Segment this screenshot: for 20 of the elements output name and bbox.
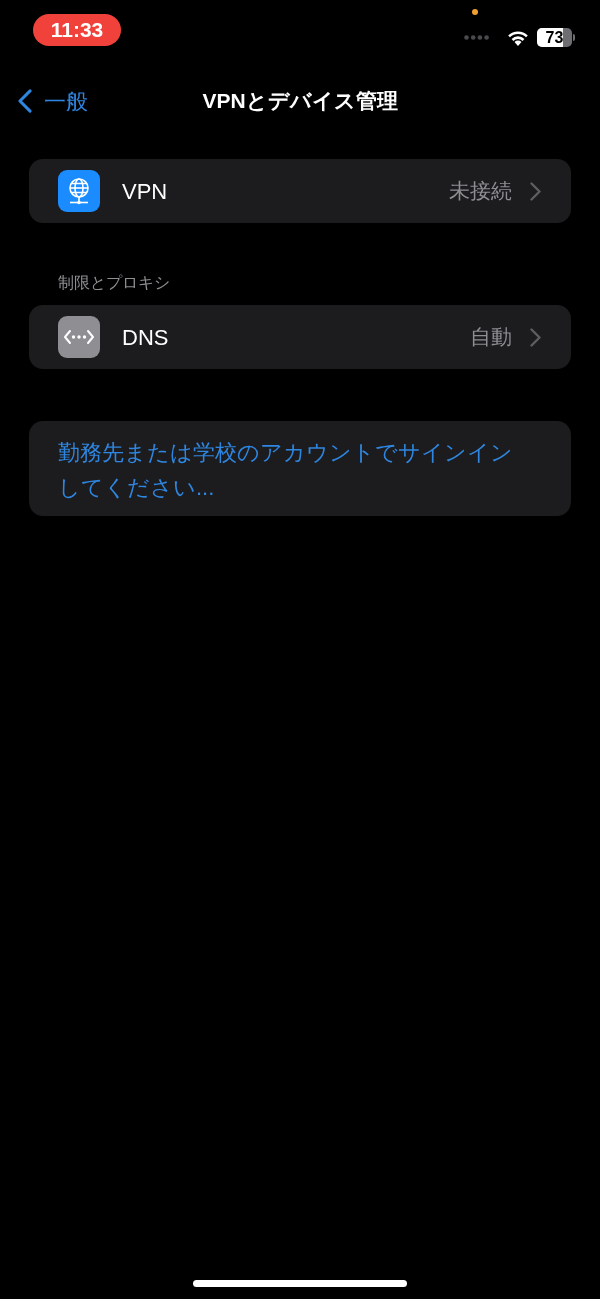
wifi-icon — [507, 29, 529, 46]
sign-in-link[interactable]: 勤務先または学校のアカウントでサインインしてください... — [58, 435, 520, 505]
battery-percentage: 73 — [545, 29, 564, 46]
chevron-right-icon — [530, 181, 541, 201]
row-label: DNS — [122, 323, 169, 352]
row-label: VPN — [122, 177, 168, 206]
chevron-right-icon — [530, 327, 541, 347]
back-button[interactable]: 一般 — [0, 84, 88, 118]
back-chevron-icon — [18, 89, 32, 113]
dots-brackets-icon — [58, 316, 100, 358]
no-signal-icon — [464, 35, 490, 40]
page-title: VPNとデバイス管理 — [202, 88, 398, 115]
section-header: 制限とプロキシ — [57, 273, 171, 293]
status-time: 11:33 — [33, 14, 121, 46]
row-value: 未接続 — [449, 178, 512, 205]
vpn-row[interactable]: VPN 未接続 — [29, 159, 571, 223]
privacy-dot-icon — [472, 9, 478, 15]
dns-row[interactable]: DNS 自動 — [29, 305, 571, 369]
globe-network-icon — [58, 170, 100, 212]
row-value: 自動 — [470, 324, 512, 351]
